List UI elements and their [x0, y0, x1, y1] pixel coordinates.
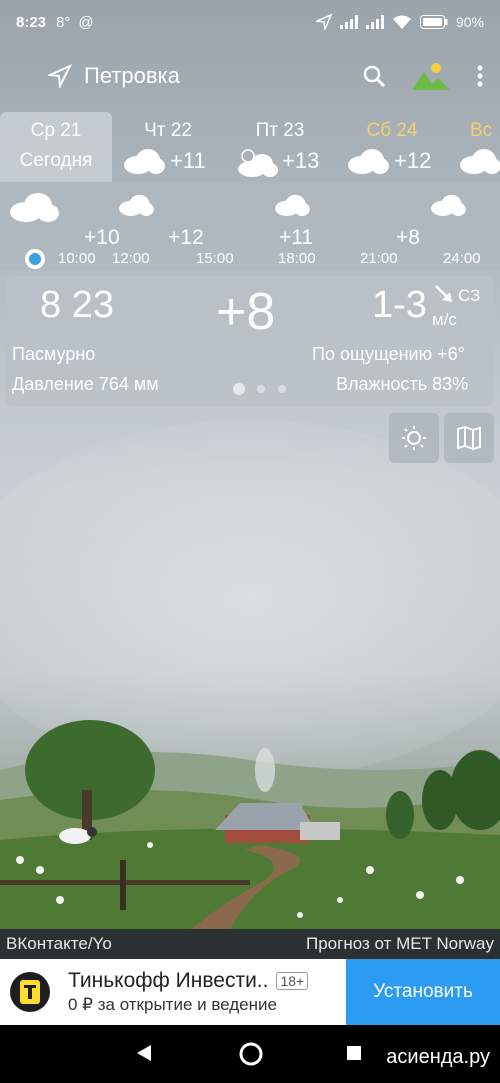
cloud-icon	[119, 194, 154, 216]
hourly-time: 15:00	[196, 250, 234, 267]
map-button[interactable]	[444, 413, 494, 463]
cloud-icon	[124, 149, 165, 174]
day-tab-fri[interactable]: Пт 23 +13	[224, 112, 336, 182]
hourly-temp: +11	[279, 226, 314, 249]
hourly-temp: +10	[84, 226, 120, 249]
current-temp: +8	[216, 283, 276, 341]
location-name[interactable]: Петровка	[84, 63, 180, 89]
wind-speed: 1-3	[372, 284, 427, 326]
page-indicator	[233, 383, 286, 395]
day-name: Ср 21	[30, 120, 82, 141]
image-credit-link[interactable]: ВКонтакте/Yo	[6, 934, 112, 954]
daily-forecast-tabs: Ср 21 Сегодня Чт 22 +11 Пт 23 +13 Сб 24 …	[0, 112, 500, 182]
day-sub: Сегодня	[19, 150, 93, 171]
map-icon	[457, 425, 481, 451]
wind-unit: м/с	[432, 310, 457, 329]
day-tab-sun[interactable]: Вс	[448, 112, 500, 182]
ad-title: Тинькофф Инвести..	[68, 969, 269, 992]
hourly-temp: +8	[396, 226, 420, 249]
landscape-icon[interactable]	[412, 62, 450, 90]
sun-icon	[402, 426, 426, 450]
age-rating-badge: 18+	[276, 972, 309, 990]
ad-banner[interactable]: Тинькофф Инвести.. 18+ 0 ₽ за открытие и…	[0, 959, 500, 1025]
cloud-icon	[431, 194, 466, 216]
wind-direction: СЗ	[458, 286, 481, 305]
cloud-icon	[10, 193, 59, 222]
day-temp: +13	[282, 148, 320, 173]
status-bar: 8:23 8° @ 90%	[0, 0, 500, 44]
location-arrow-icon[interactable]	[48, 64, 72, 88]
location-status-icon	[315, 14, 332, 30]
condition: Пасмурно	[12, 344, 96, 364]
current-time-dot-icon	[25, 249, 45, 269]
status-at: @	[78, 13, 94, 31]
pressure: Давление 764 мм	[12, 374, 159, 394]
hourly-time: 12:00	[112, 250, 150, 267]
day-temp: +12	[394, 148, 432, 173]
home-icon[interactable]	[238, 1041, 264, 1067]
hourly-time: 10:00	[58, 250, 96, 267]
back-icon[interactable]	[136, 1044, 152, 1062]
tinkoff-logo	[0, 959, 60, 1025]
status-time: 8:23	[16, 13, 47, 31]
current-conditions-card[interactable]: 8 23 +8 1-3 СЗ м/с Пасмурно По ощущению …	[6, 276, 494, 406]
day-name: Вс	[470, 120, 493, 141]
cloud-icon	[460, 149, 500, 174]
cloud-icon	[348, 149, 389, 174]
ad-subtitle: 0 ₽ за открытие и ведение	[68, 995, 277, 1014]
day-temp: +11	[170, 148, 206, 173]
hourly-time: 21:00	[360, 250, 398, 267]
more-vert-icon[interactable]	[476, 64, 484, 88]
partly-cloudy-icon	[238, 149, 278, 177]
status-extra: 8°	[56, 13, 71, 31]
feels-like: По ощущению +6°	[312, 344, 465, 364]
cloud-icon	[275, 194, 310, 216]
humidity: Влажность 83%	[336, 374, 469, 394]
day-name: Чт 22	[144, 120, 192, 141]
recents-icon[interactable]	[346, 1045, 362, 1061]
wifi-icon	[392, 15, 411, 29]
current-time: 8 23	[40, 284, 114, 326]
hourly-forecast[interactable]: +10 +12 +11 +8 10:00 12:00 15:00 18:00 2…	[0, 182, 500, 270]
hourly-time: 24:00	[443, 250, 481, 267]
day-name: Сб 24	[366, 120, 418, 141]
wind-direction-icon	[435, 285, 452, 302]
battery-percent: 90%	[455, 14, 484, 30]
signal-icon	[339, 15, 358, 29]
forecast-source-link[interactable]: Прогноз от MET Norway	[306, 934, 494, 954]
battery-icon	[419, 15, 448, 29]
hourly-temp: +12	[168, 226, 204, 249]
day-name: Пт 23	[255, 120, 305, 141]
day-tab-sat[interactable]: Сб 24 +12	[336, 112, 448, 182]
credits-bar: ВКонтакте/Yo Прогноз от MET Norway	[0, 929, 500, 959]
search-icon[interactable]	[362, 64, 386, 88]
watermark: асиенда.ру	[386, 1046, 490, 1068]
day-tab-thu[interactable]: Чт 22 +11	[112, 112, 224, 182]
install-button[interactable]: Установить	[346, 959, 500, 1025]
day-tab-today[interactable]: Ср 21 Сегодня	[0, 112, 112, 182]
sun-moon-button[interactable]	[389, 413, 439, 463]
app-bar: Петровка	[0, 50, 500, 102]
signal-icon-2	[365, 15, 384, 29]
hourly-time: 18:00	[278, 250, 316, 267]
